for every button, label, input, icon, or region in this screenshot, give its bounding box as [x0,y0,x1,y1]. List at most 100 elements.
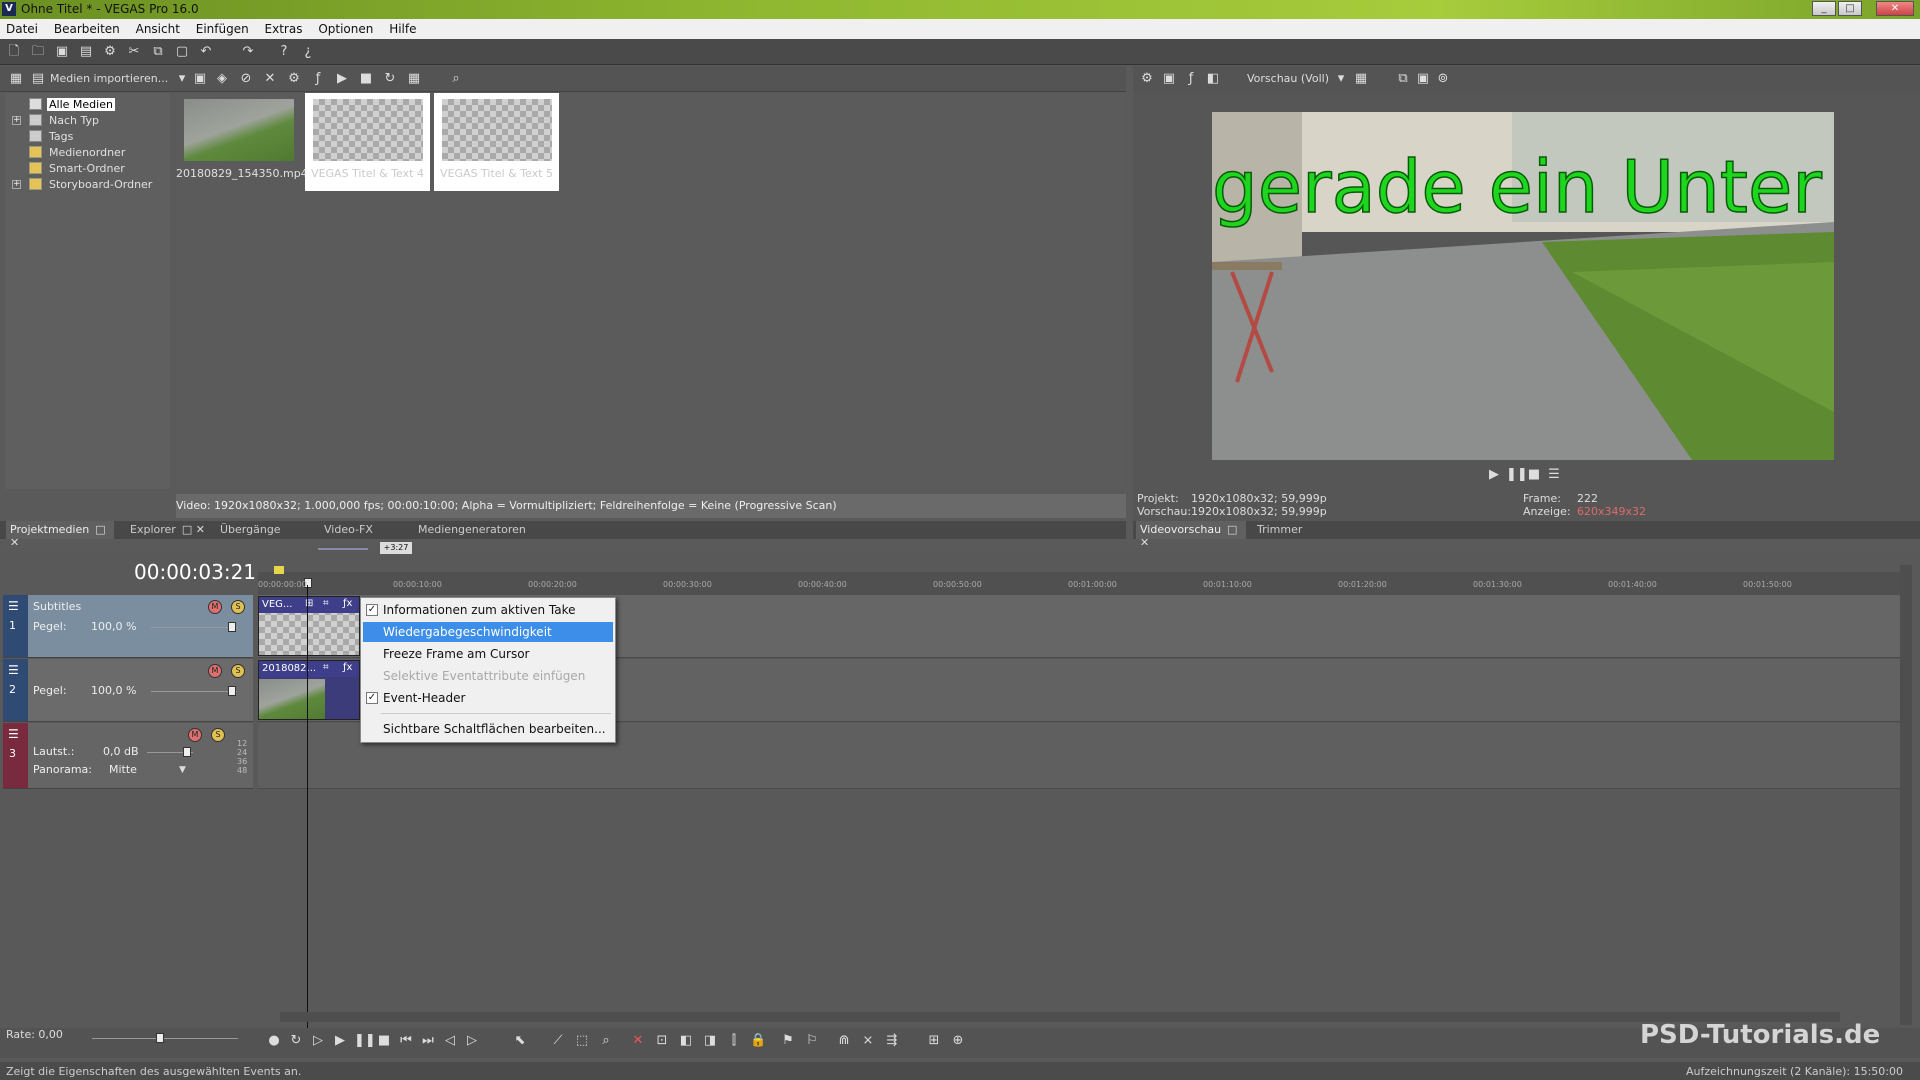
level-slider[interactable] [151,627,237,628]
import-media-button[interactable]: Medien importieren... [50,72,168,85]
tab-videovorschau[interactable]: Videovorschau □ ✕ [1136,521,1246,549]
region-icon[interactable]: ⚐ [804,1033,820,1049]
track-menu-icon[interactable]: ☰ [8,663,19,677]
previous-frame-icon[interactable]: ◁ [442,1033,458,1049]
import-media-icon[interactable]: ▤ [30,71,46,87]
envelope-tool-icon[interactable]: ⟋ [550,1033,566,1049]
save-icon[interactable]: ▣ [54,44,70,60]
split-icon[interactable]: ⫿ [726,1033,742,1049]
level-slider[interactable] [151,691,237,692]
tab-projektmedien[interactable]: Projektmedien □ ✕ [6,521,114,549]
help-icon[interactable]: ? [276,44,292,60]
marker-icon[interactable]: ⚑ [780,1033,796,1049]
save-snapshot-icon[interactable]: ▣ [1415,71,1431,87]
menu-extras[interactable]: Extras [259,19,309,36]
external-monitor-icon[interactable]: ▣ [1161,71,1177,87]
expand-icon[interactable]: + [12,116,21,125]
video-fx-icon[interactable]: ƒ [1183,71,1199,87]
solo-icon[interactable]: S [231,664,245,678]
auto-crossfade-icon[interactable]: ⨯ [860,1033,876,1049]
track-header-1[interactable]: ☰ 1 Subtitles M S Pegel: 100,0 % [3,595,253,658]
play-from-start-icon[interactable]: ▷ [310,1033,326,1049]
delete-icon[interactable]: ✕ [630,1033,646,1049]
mute-icon[interactable]: M [208,664,222,678]
menu-datei[interactable]: Datei [0,19,44,36]
next-frame-icon[interactable]: ▷ [464,1033,480,1049]
overlays-grid-icon[interactable]: ▦ [1353,71,1369,87]
capture-icon[interactable]: ▣ [192,71,208,87]
media-view-icon[interactable]: ▦ [8,71,24,87]
search-icon[interactable]: ⌕ [448,71,464,87]
redo-icon[interactable]: ↷ [240,44,256,60]
event-fx-icon[interactable]: ƒx [343,598,352,609]
solo-icon[interactable]: S [211,728,225,742]
cut-icon[interactable]: ✂ [126,44,142,60]
go-to-start-icon[interactable]: ⏮ [398,1033,414,1049]
play-preview-icon[interactable]: ▶ [334,71,350,87]
rate-slider-knob[interactable] [156,1033,164,1043]
media-item-title-5[interactable]: VEGAS Titel & Text 5 [434,93,559,191]
mute-icon[interactable]: M [188,728,202,742]
tree-item-tags[interactable]: Tags [5,129,165,145]
undo-icon[interactable]: ↶ [198,44,214,60]
maximize-button[interactable]: □ [1838,1,1862,16]
volume-slider-knob[interactable] [183,747,191,757]
media-item-title-4[interactable]: VEGAS Titel & Text 4 [305,93,430,191]
menu-einfuegen[interactable]: Einfügen [190,19,255,36]
trim-start-icon[interactable]: ◧ [678,1033,694,1049]
tab-trimmer[interactable]: Trimmer [1257,521,1327,539]
zoom-bar[interactable] [318,548,368,550]
track-header-3[interactable]: ☰ 3 M S Lautst.: 0,0 dB Panorama: Mitte … [3,723,253,789]
title-event[interactable]: VEG... ⊞ ⌗ ƒx [258,596,360,656]
solo-icon[interactable]: S [231,600,245,614]
auto-preview-icon[interactable]: ↻ [382,71,398,87]
menu-item-playback-speed[interactable]: Wiedergabegeschwindigkeit [363,622,613,642]
properties-gear-icon[interactable]: ⚙ [102,44,118,60]
menu-item-edit-visible-buttons[interactable]: Sichtbare Schaltflächen bearbeiten... [363,719,613,739]
whats-this-icon[interactable]: ¿ [300,44,316,60]
remove-unused-icon[interactable]: ⊘ [238,71,254,87]
snapping-icon[interactable]: ⋒ [836,1033,852,1049]
record-icon[interactable]: ● [266,1033,282,1049]
event-header[interactable]: 2018082... ⌗ ƒx [259,661,359,677]
preview-quality-dropdown[interactable]: Vorschau (Voll) [1247,72,1329,85]
level-slider-knob[interactable] [228,622,236,632]
dropdown-arrow-icon[interactable]: ▾ [1333,71,1349,87]
close-button[interactable]: ✕ [1876,1,1914,16]
pause-icon[interactable]: ❚❚ [1506,467,1528,483]
menu-item-take-info[interactable]: ✓ Informationen zum aktiven Take [363,600,613,620]
tab-uebergaenge[interactable]: Übergänge [220,521,300,539]
split-screen-icon[interactable]: ◧ [1205,71,1221,87]
lock-icon[interactable]: 🔒 [750,1033,766,1049]
get-media-icon[interactable]: ◈ [214,71,230,87]
level-slider-knob[interactable] [228,686,236,696]
selection-tool-icon[interactable]: ⬚ [574,1033,590,1049]
mute-icon[interactable]: M [208,600,222,614]
stop-icon[interactable]: ■ [1526,467,1542,483]
menu-bearbeiten[interactable]: Bearbeiten [48,19,126,36]
normalize-icon[interactable]: ⊕ [950,1033,966,1049]
go-to-end-icon[interactable]: ⏭ [420,1033,436,1049]
save-as-icon[interactable]: ▤ [78,44,94,60]
open-folder-icon[interactable]: 🗀 [30,44,46,60]
ripple-edit-icon[interactable]: ⇶ [884,1033,900,1049]
menu-hilfe[interactable]: Hilfe [383,19,422,36]
pan-knob-icon[interactable]: ▼ [179,765,186,775]
crop-icon[interactable]: ⌗ [323,598,329,609]
tab-explorer[interactable]: Explorer □ ✕ [128,521,212,539]
paste-icon[interactable]: ▢ [174,44,190,60]
loop-icon[interactable]: ↻ [288,1033,304,1049]
horizontal-scrollbar[interactable] [280,1012,1840,1022]
menu-item-freeze-frame[interactable]: Freeze Frame am Cursor [363,644,613,664]
track-header-2[interactable]: ☰ 2 M S Pegel: 100,0 % [3,659,253,722]
copy-snapshot-icon[interactable]: ⧉ [1395,71,1411,87]
stop-icon[interactable]: ■ [376,1033,392,1049]
preview-settings-icon[interactable]: ⚙ [1139,71,1155,87]
tab-video-fx[interactable]: Video-FX [324,521,394,539]
media-properties-icon[interactable]: ⚙ [286,71,302,87]
play-icon[interactable]: ▶ [332,1033,348,1049]
dropdown-arrow-icon[interactable]: ▾ [174,71,190,87]
menu-optionen[interactable]: Optionen [312,19,379,36]
track-menu-icon[interactable]: ☰ [8,599,19,613]
video-event[interactable]: 2018082... ⌗ ƒx [258,660,360,720]
